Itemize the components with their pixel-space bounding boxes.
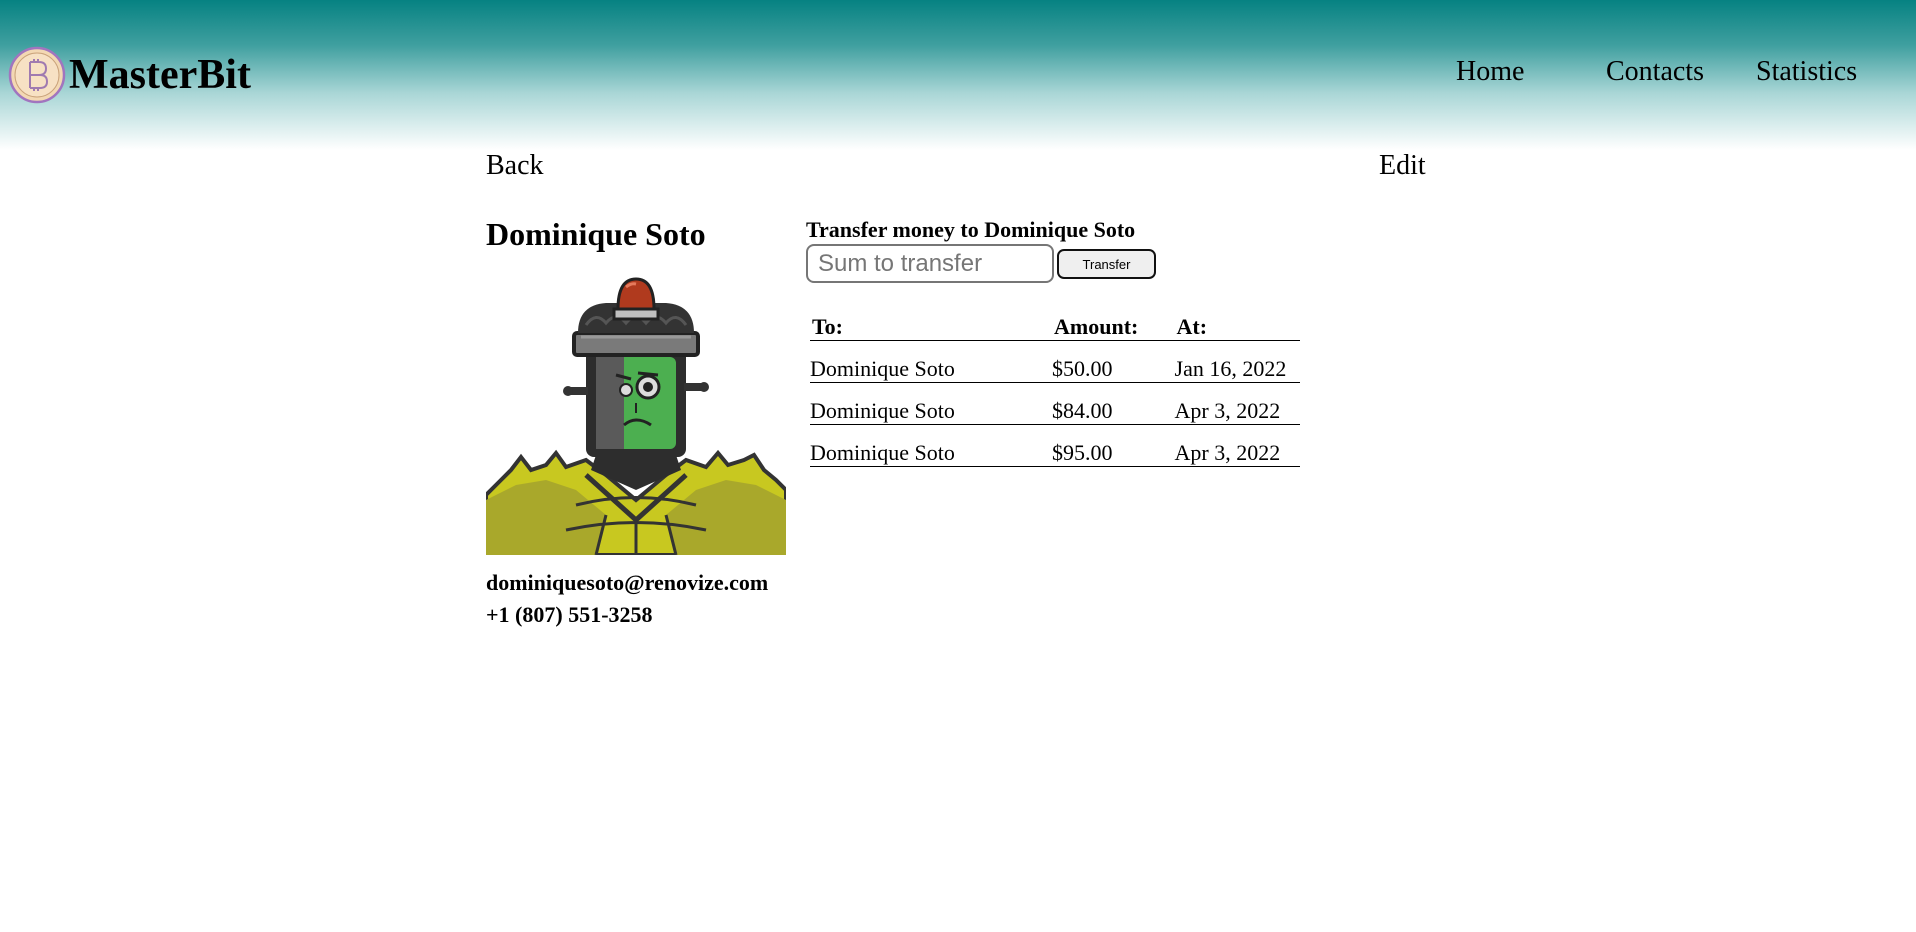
contact-email: dominiquesoto@renovize.com [486, 570, 769, 595]
table-header-row: To: Amount: At: [810, 312, 1300, 341]
transfer-title: Transfer money to Dominique Soto [806, 217, 1136, 242]
robot-avatar-icon [486, 277, 786, 555]
brand-name: MasterBit [69, 52, 251, 98]
contact-phone: +1 (807) 551-3258 [486, 602, 653, 627]
transfer-button[interactable]: Transfer [1057, 249, 1156, 279]
header-at: At: [1174, 312, 1300, 341]
logo[interactable]: MasterBit [8, 46, 251, 104]
row-to: Dominique Soto [810, 340, 1053, 383]
row-amount: $50.00 [1052, 340, 1175, 383]
header-amount: Amount: [1052, 312, 1175, 341]
transactions-table: To: Amount: At: Dominique Soto $50.00 Ja… [810, 312, 1300, 467]
table-row: Dominique Soto $95.00 Apr 3, 2022 [810, 424, 1300, 467]
row-amount: $84.00 [1052, 382, 1175, 425]
contact-details: dominiquesoto@renovize.com +1 (807) 551-… [486, 567, 768, 631]
table-row: Dominique Soto $50.00 Jan 16, 2022 [810, 340, 1300, 383]
nav-contacts[interactable]: Contacts [1606, 58, 1704, 86]
row-amount: $95.00 [1052, 424, 1175, 467]
row-to: Dominique Soto [810, 424, 1053, 467]
bitcoin-icon [8, 46, 66, 104]
transfer-sum-input[interactable] [806, 244, 1054, 283]
row-to: Dominique Soto [810, 382, 1053, 425]
back-link[interactable]: Back [486, 152, 544, 180]
table-row: Dominique Soto $84.00 Apr 3, 2022 [810, 382, 1300, 425]
edit-link[interactable]: Edit [1379, 152, 1426, 180]
row-at: Apr 3, 2022 [1174, 424, 1300, 467]
nav-statistics[interactable]: Statistics [1756, 58, 1857, 86]
row-at: Apr 3, 2022 [1174, 382, 1300, 425]
app-header: MasterBit Home Contacts Statistics [0, 0, 1916, 150]
contact-name: Dominique Soto [486, 216, 706, 252]
header-to: To: [810, 312, 1053, 341]
row-at: Jan 16, 2022 [1174, 340, 1300, 383]
nav-home[interactable]: Home [1456, 58, 1524, 86]
